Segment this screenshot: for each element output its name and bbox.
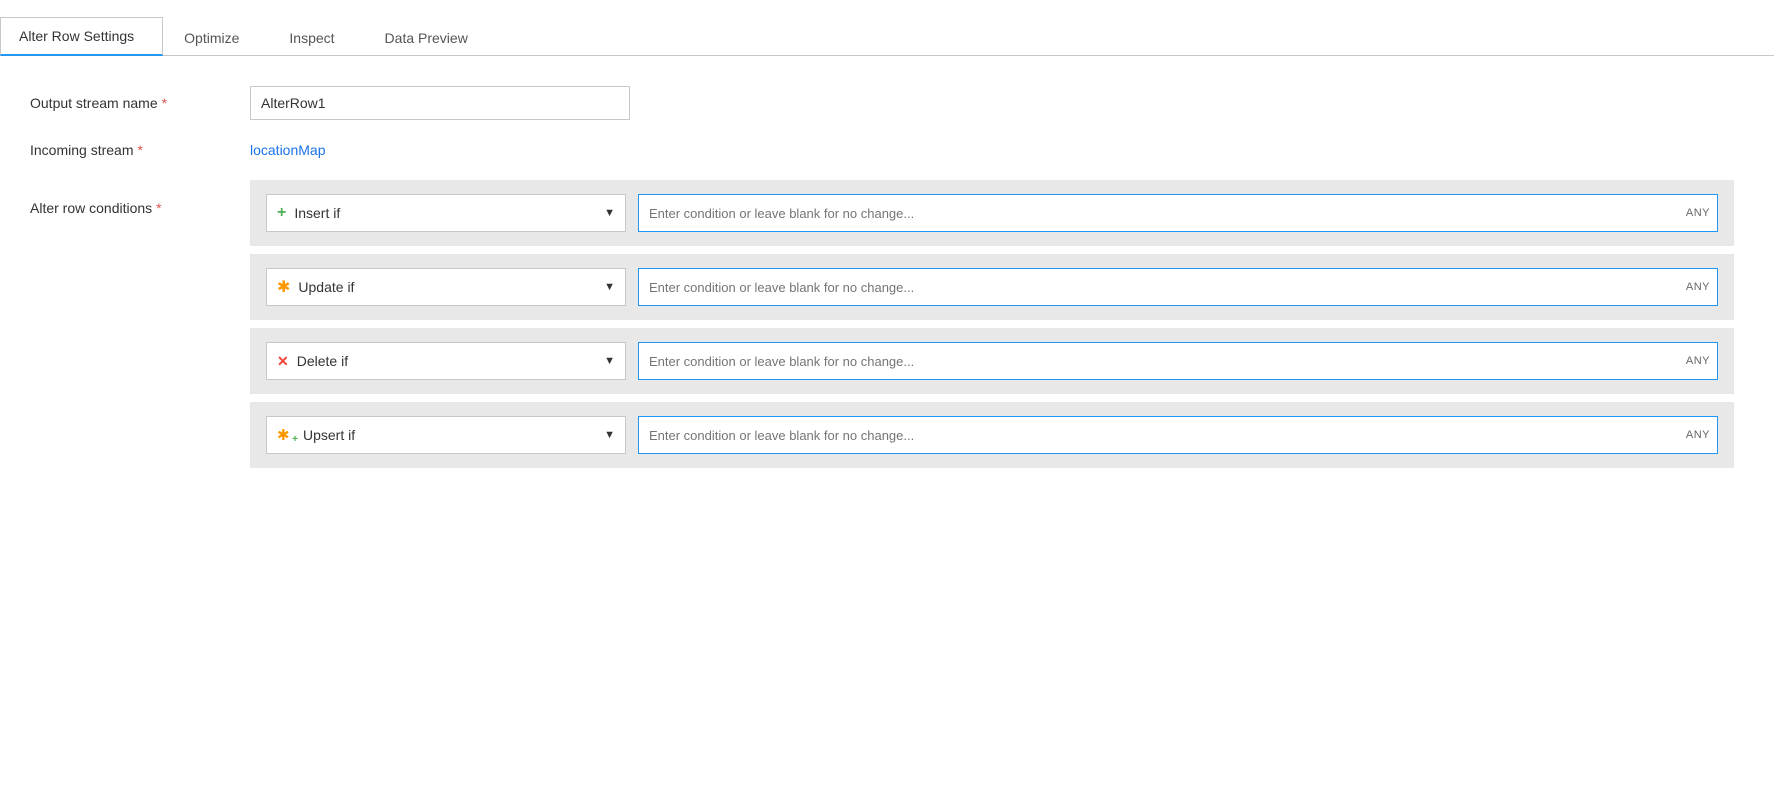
condition-row-insert: + Insert if ▼ ANY (250, 180, 1734, 246)
required-star-output: * (162, 95, 167, 111)
insert-icon: + (277, 204, 286, 222)
update-any-badge: ANY (1686, 281, 1710, 293)
main-content: Output stream name * Incoming stream * l… (0, 56, 1774, 791)
tab-optimize[interactable]: Optimize (165, 19, 268, 56)
alter-row-conditions-container: Alter row conditions * + Insert if ▼ ANY (30, 180, 1734, 476)
required-star-incoming: * (137, 142, 142, 158)
tab-inspect[interactable]: Inspect (270, 19, 363, 56)
upsert-if-dropdown[interactable]: ✱+ Upsert if ▼ (266, 416, 626, 454)
upsert-if-label: Upsert if (303, 427, 355, 443)
incoming-stream-row: Incoming stream * locationMap (30, 142, 1734, 158)
incoming-stream-label: Incoming stream * (30, 142, 250, 158)
delete-icon: ✕ (277, 353, 289, 370)
delete-condition-input-wrapper: ANY (638, 342, 1718, 380)
condition-row-delete: ✕ Delete if ▼ ANY (250, 328, 1734, 394)
insert-if-label: Insert if (294, 205, 340, 221)
update-if-dropdown[interactable]: ✱ Update if ▼ (266, 268, 626, 306)
update-condition-input-wrapper: ANY (638, 268, 1718, 306)
window: Alter Row Settings Optimize Inspect Data… (0, 0, 1774, 791)
required-star-conditions: * (156, 200, 161, 216)
insert-condition-input[interactable] (638, 194, 1718, 232)
upsert-icon: ✱+ (277, 426, 295, 444)
output-stream-name-row: Output stream name * (30, 86, 1734, 120)
incoming-stream-value[interactable]: locationMap (250, 142, 326, 158)
output-stream-name-label: Output stream name * (30, 95, 250, 111)
condition-row-update: ✱ Update if ▼ ANY (250, 254, 1734, 320)
insert-if-dropdown[interactable]: + Insert if ▼ (266, 194, 626, 232)
delete-if-dropdown[interactable]: ✕ Delete if ▼ (266, 342, 626, 380)
update-dropdown-chevron: ▼ (604, 281, 615, 293)
update-icon: ✱ (277, 277, 290, 297)
upsert-any-badge: ANY (1686, 429, 1710, 441)
delete-dropdown-chevron: ▼ (604, 355, 615, 367)
tab-data-preview[interactable]: Data Preview (366, 19, 497, 56)
tab-bar: Alter Row Settings Optimize Inspect Data… (0, 12, 1774, 56)
upsert-dropdown-chevron: ▼ (604, 429, 615, 441)
insert-dropdown-chevron: ▼ (604, 207, 615, 219)
output-stream-name-input[interactable] (250, 86, 630, 120)
tab-alter-row-settings[interactable]: Alter Row Settings (0, 17, 163, 56)
delete-any-badge: ANY (1686, 355, 1710, 367)
upsert-condition-input[interactable] (638, 416, 1718, 454)
conditions-rows: + Insert if ▼ ANY ✱ Update if ▼ (250, 180, 1734, 476)
condition-row-upsert: ✱+ Upsert if ▼ ANY (250, 402, 1734, 468)
insert-any-badge: ANY (1686, 207, 1710, 219)
insert-condition-input-wrapper: ANY (638, 194, 1718, 232)
alter-row-conditions-label: Alter row conditions * (30, 180, 250, 216)
delete-if-label: Delete if (297, 353, 348, 369)
delete-condition-input[interactable] (638, 342, 1718, 380)
update-if-label: Update if (298, 279, 354, 295)
upsert-condition-input-wrapper: ANY (638, 416, 1718, 454)
update-condition-input[interactable] (638, 268, 1718, 306)
